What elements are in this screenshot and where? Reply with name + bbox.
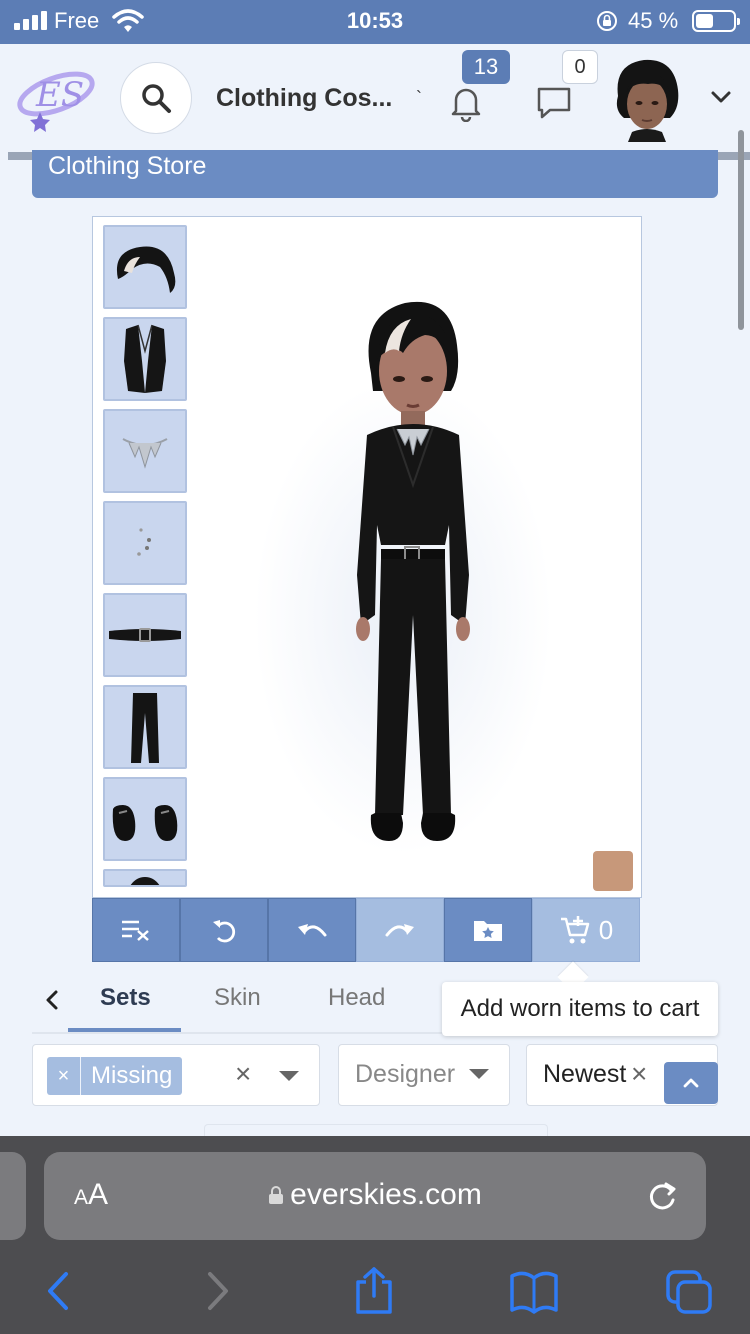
share-icon[interactable]: [352, 1266, 396, 1316]
avatar-character: [356, 301, 470, 841]
skin-tone-swatch[interactable]: [593, 851, 633, 891]
dropdown-arrow-icon[interactable]: [279, 1071, 299, 1081]
address-bar[interactable]: AA everskies.com: [44, 1152, 706, 1240]
cart-count: 0: [598, 914, 614, 945]
previous-tab-edge[interactable]: [0, 1152, 26, 1240]
pants-icon: [131, 693, 159, 763]
tab-sets[interactable]: Sets: [100, 984, 151, 1012]
bell-icon[interactable]: [446, 82, 486, 122]
url-text: everskies.com: [290, 1178, 482, 1211]
worn-item-earrings[interactable]: [103, 501, 187, 585]
necklace-icon: [122, 438, 168, 469]
dressing-room: [92, 216, 642, 898]
chevron-down-icon[interactable]: [708, 84, 734, 110]
worn-item-shoes[interactable]: [103, 777, 187, 861]
dropdown-arrow-icon[interactable]: [469, 1069, 489, 1079]
clear-all-button[interactable]: [92, 898, 180, 962]
search-button[interactable]: [120, 62, 192, 134]
undo-button[interactable]: [268, 898, 356, 962]
notification-count-badge[interactable]: 13: [462, 50, 510, 84]
forward-icon[interactable]: [196, 1266, 240, 1316]
reset-icon: [213, 920, 236, 943]
cart-tooltip: Add worn items to cart: [442, 982, 718, 1036]
redo-button[interactable]: [356, 898, 444, 962]
separator-mark: `: [416, 88, 422, 108]
top-icon: [130, 877, 160, 885]
active-tab-indicator: [68, 1028, 181, 1032]
clear-sort-button[interactable]: ×: [631, 1058, 647, 1090]
chat-icon[interactable]: [534, 82, 574, 122]
url-display[interactable]: everskies.com: [44, 1178, 706, 1212]
chip-label: Missing: [81, 1057, 183, 1095]
belt-icon: [109, 628, 181, 642]
site-header: ES Clothing Cos... ` 13 0: [0, 44, 750, 154]
jacket-icon: [124, 324, 166, 393]
filter-chip-missing: × Missing: [47, 1057, 183, 1095]
scroll-top-button[interactable]: [664, 1062, 718, 1104]
user-avatar[interactable]: [612, 56, 682, 142]
browser-toolbar: AA everskies.com: [0, 1136, 750, 1334]
reload-icon[interactable]: [644, 1176, 680, 1214]
add-to-cart-button[interactable]: 0: [532, 898, 640, 962]
chevron-left-icon[interactable]: [40, 988, 64, 1012]
page-scrollbar[interactable]: [738, 130, 744, 330]
worn-item-necklace[interactable]: [103, 409, 187, 493]
message-count-badge[interactable]: 0: [562, 50, 598, 84]
tab-skin[interactable]: Skin: [214, 984, 261, 1012]
earrings-icon: [137, 528, 151, 556]
clear-filter-button[interactable]: ×: [235, 1058, 251, 1090]
back-icon[interactable]: [36, 1266, 80, 1316]
worn-item-belt[interactable]: [103, 593, 187, 677]
undo-icon: [298, 924, 327, 937]
worn-item-pants[interactable]: [103, 685, 187, 769]
battery-icon: [692, 10, 740, 32]
designer-placeholder: Designer: [355, 1060, 456, 1088]
clear-all-icon: [122, 920, 149, 941]
worn-item-jacket[interactable]: [103, 317, 187, 401]
worn-item-top[interactable]: [103, 869, 187, 887]
folder-star-icon: [474, 921, 502, 941]
shoes-icon: [112, 805, 178, 841]
worn-item-hair[interactable]: [103, 225, 187, 309]
hair-icon: [116, 246, 176, 293]
redo-icon: [385, 924, 414, 937]
everskies-logo-icon[interactable]: ES: [14, 60, 98, 132]
dressing-toolbar: 0: [92, 898, 642, 962]
reset-button[interactable]: [180, 898, 268, 962]
sort-value: Newest: [543, 1060, 627, 1088]
tabs-icon[interactable]: [664, 1266, 716, 1316]
bookmarks-icon[interactable]: [508, 1266, 560, 1316]
battery-percent: 45 %: [628, 8, 679, 33]
save-outfit-button[interactable]: [444, 898, 532, 962]
availability-filter[interactable]: × Missing ×: [32, 1044, 320, 1106]
cart-add-icon: [560, 916, 590, 944]
browser-nav-row: [0, 1266, 750, 1326]
status-bar: Free 10:53 45 %: [0, 0, 750, 44]
padlock-icon: [269, 1186, 284, 1204]
page-title: Clothing Cos...: [216, 84, 393, 112]
tab-head[interactable]: Head: [328, 984, 385, 1012]
svg-text:ES: ES: [35, 75, 84, 115]
store-banner: Clothing Store: [32, 150, 718, 198]
search-icon: [142, 84, 171, 113]
chevron-up-icon: [683, 1078, 699, 1088]
chip-remove-button[interactable]: ×: [47, 1057, 81, 1095]
rotation-lock-icon: [597, 11, 617, 31]
worn-items-column: [103, 225, 187, 895]
designer-filter[interactable]: Designer: [338, 1044, 510, 1106]
